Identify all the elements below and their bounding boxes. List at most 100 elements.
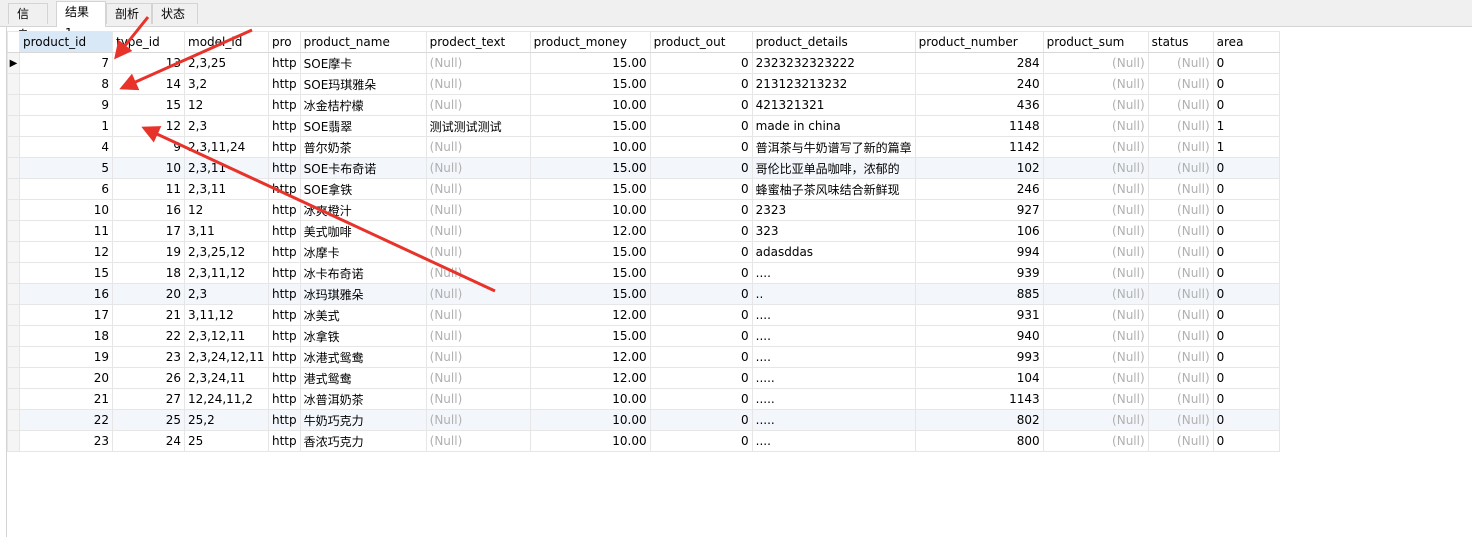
cell-pro[interactable]: http xyxy=(268,262,301,284)
cell-type-id[interactable]: 22 xyxy=(112,325,185,347)
column-header-pro[interactable]: pro xyxy=(268,31,301,53)
cell-type-id[interactable]: 14 xyxy=(112,73,185,95)
cell-pro[interactable]: http xyxy=(268,73,301,95)
cell-type-id[interactable]: 10 xyxy=(112,157,185,179)
cell-pro[interactable]: http xyxy=(268,115,301,137)
cell-product-number[interactable]: 102 xyxy=(914,157,1044,179)
row-indicator[interactable] xyxy=(7,367,20,389)
cell-type-id[interactable]: 12 xyxy=(112,115,185,137)
cell-product-sum[interactable]: (Null) xyxy=(1042,325,1149,347)
cell-prodect-text[interactable]: (Null) xyxy=(425,430,531,452)
cell-product-name[interactable]: 普尔奶茶 xyxy=(299,136,427,158)
table-row[interactable]: 5 10 2,3,11 http SOE卡布奇诺 (Null) 15.00 0 哥伦比亚单品咖啡… xyxy=(7,157,1280,179)
cell-product-id[interactable]: 8 xyxy=(19,73,113,95)
cell-product-name[interactable]: SOE翡翠 xyxy=(299,115,427,137)
cell-product-name[interactable]: SOE摩卡 xyxy=(299,52,427,74)
cell-type-id[interactable]: 19 xyxy=(112,241,185,263)
cell-product-details[interactable]: 蜂蜜柚子茶风味结合新鲜现 xyxy=(751,178,916,200)
cell-product-id[interactable]: 1 xyxy=(19,115,113,137)
cell-product-money[interactable]: 12.00 xyxy=(529,367,651,389)
row-indicator[interactable] xyxy=(7,220,20,242)
cell-product-details[interactable]: made in china xyxy=(751,115,916,137)
cell-model-id[interactable]: 3,11 xyxy=(184,220,269,242)
cell-pro[interactable]: http xyxy=(268,388,301,410)
cell-product-name[interactable]: 冰玛琪雅朵 xyxy=(299,283,427,305)
cell-product-id[interactable]: 20 xyxy=(19,367,113,389)
cell-product-out[interactable]: 0 xyxy=(649,262,753,284)
cell-model-id[interactable]: 2,3,11,12 xyxy=(184,262,269,284)
cell-product-money[interactable]: 15.00 xyxy=(529,115,651,137)
cell-prodect-text[interactable]: (Null) xyxy=(425,388,531,410)
table-row[interactable]: 19 23 2,3,24,12,11 http 冰港式鸳鸯 (Null) 12.00 0...… xyxy=(7,346,1280,368)
cell-model-id[interactable]: 2,3,24,11 xyxy=(184,367,269,389)
cell-model-id[interactable]: 12,24,11,2 xyxy=(184,388,269,410)
cell-product-details[interactable]: 2323232323222 xyxy=(751,52,916,74)
cell-prodect-text[interactable]: (Null) xyxy=(425,94,531,116)
table-row[interactable]: 8 14 3,2 http SOE玛琪雅朵 (Null) 15.00 0 21312321323… xyxy=(7,73,1280,95)
cell-pro[interactable]: http xyxy=(268,346,301,368)
cell-product-sum[interactable]: (Null) xyxy=(1042,52,1149,74)
row-indicator[interactable] xyxy=(7,115,20,137)
cell-product-money[interactable]: 10.00 xyxy=(529,94,651,116)
cell-product-number[interactable]: 927 xyxy=(914,199,1044,221)
cell-product-id[interactable]: 5 xyxy=(19,157,113,179)
cell-status[interactable]: (Null) xyxy=(1147,262,1214,284)
cell-product-money[interactable]: 15.00 xyxy=(529,283,651,305)
cell-status[interactable]: (Null) xyxy=(1147,430,1214,452)
cell-product-money[interactable]: 15.00 xyxy=(529,325,651,347)
row-indicator[interactable] xyxy=(7,325,20,347)
cell-product-out[interactable]: 0 xyxy=(649,94,753,116)
column-header-product-money[interactable]: product_money xyxy=(529,31,651,53)
cell-product-money[interactable]: 10.00 xyxy=(529,430,651,452)
cell-product-id[interactable]: 22 xyxy=(19,409,113,431)
cell-product-out[interactable]: 0 xyxy=(649,115,753,137)
cell-pro[interactable]: http xyxy=(268,220,301,242)
row-indicator[interactable] xyxy=(7,304,20,326)
cell-product-details[interactable]: 421321321 xyxy=(751,94,916,116)
table-row[interactable]: 22 25 25,2 http 牛奶巧克力 (Null) 10.00 0..... 802 (Nu… xyxy=(7,409,1280,431)
cell-product-details[interactable]: ..... xyxy=(751,367,916,389)
cell-product-number[interactable]: 106 xyxy=(914,220,1044,242)
tab-result-1[interactable]: 结果 1 xyxy=(56,1,106,40)
row-indicator[interactable] xyxy=(7,94,20,116)
cell-product-name[interactable]: 牛奶巧克力 xyxy=(299,409,427,431)
column-header-product-details[interactable]: product_details xyxy=(751,31,916,53)
cell-product-id[interactable]: 19 xyxy=(19,346,113,368)
table-row[interactable]: 1 12 2,3 http SOE翡翠 测试测试测试 15.00 0 made in china… xyxy=(7,115,1280,137)
table-row[interactable]: 4 9 2,3,11,24 http 普尔奶茶 (Null) 10.00 0 普洱茶与牛奶谱写了… xyxy=(7,136,1280,158)
row-indicator[interactable] xyxy=(7,283,20,305)
cell-status[interactable]: (Null) xyxy=(1147,73,1214,95)
row-indicator[interactable] xyxy=(7,199,20,221)
cell-product-money[interactable]: 15.00 xyxy=(529,73,651,95)
cell-model-id[interactable]: 3,11,12 xyxy=(184,304,269,326)
cell-product-money[interactable]: 10.00 xyxy=(529,199,651,221)
cell-product-name[interactable]: 冰爽橙汁 xyxy=(299,199,427,221)
cell-pro[interactable]: http xyxy=(268,94,301,116)
cell-product-id[interactable]: 21 xyxy=(19,388,113,410)
table-row[interactable]: 18 22 2,3,12,11 http 冰拿铁 (Null) 15.00 0.... 940(… xyxy=(7,325,1280,347)
cell-area[interactable]: 0 xyxy=(1212,220,1280,242)
cell-product-sum[interactable]: (Null) xyxy=(1042,367,1149,389)
cell-pro[interactable]: http xyxy=(268,430,301,452)
cell-prodect-text[interactable]: 测试测试测试 xyxy=(425,115,531,137)
table-row[interactable]: 15 18 2,3,11,12 http 冰卡布奇诺 (Null) 15.00 0.... 93… xyxy=(7,262,1280,284)
cell-status[interactable]: (Null) xyxy=(1147,115,1214,137)
cell-pro[interactable]: http xyxy=(268,241,301,263)
cell-type-id[interactable]: 17 xyxy=(112,220,185,242)
table-row[interactable]: 16 20 2,3 http 冰玛琪雅朵 (Null) 15.00 0.. 885 (Null)(… xyxy=(7,283,1280,305)
cell-type-id[interactable]: 20 xyxy=(112,283,185,305)
cell-product-out[interactable]: 0 xyxy=(649,73,753,95)
cell-pro[interactable]: http xyxy=(268,52,301,74)
row-indicator[interactable]: ▶ xyxy=(7,52,20,74)
column-header-area[interactable]: area xyxy=(1212,31,1280,53)
cell-product-sum[interactable]: (Null) xyxy=(1042,220,1149,242)
cell-product-number[interactable]: 246 xyxy=(914,178,1044,200)
cell-area[interactable]: 0 xyxy=(1212,73,1280,95)
cell-product-id[interactable]: 15 xyxy=(19,262,113,284)
cell-product-out[interactable]: 0 xyxy=(649,409,753,431)
cell-status[interactable]: (Null) xyxy=(1147,367,1214,389)
cell-product-details[interactable]: adasddas xyxy=(751,241,916,263)
table-row[interactable]: ▶ 7 13 2,3,25 http SOE摩卡 (Null) 15.00 0 232323232… xyxy=(7,52,1280,74)
cell-product-number[interactable]: 885 xyxy=(914,283,1044,305)
cell-model-id[interactable]: 25 xyxy=(184,430,269,452)
